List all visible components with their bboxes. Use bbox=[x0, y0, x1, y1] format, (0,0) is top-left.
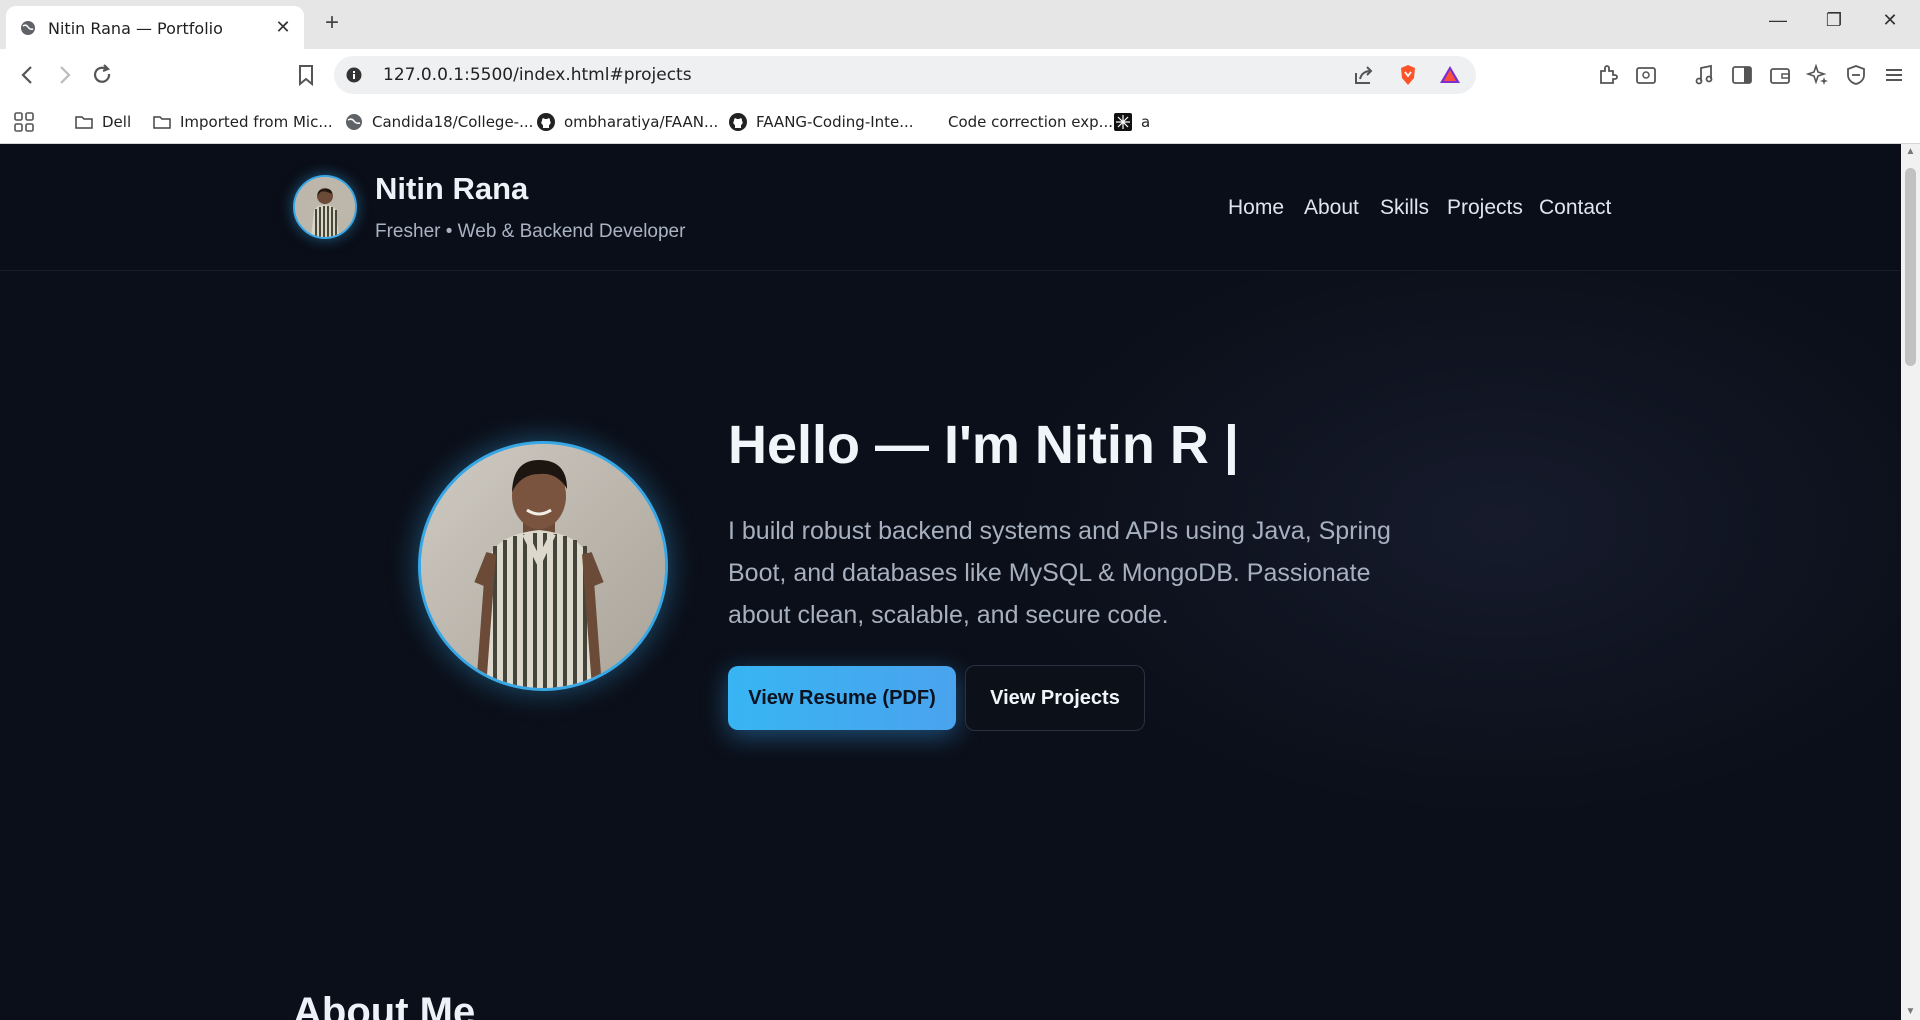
brand-name[interactable]: Nitin Rana bbox=[375, 171, 528, 207]
bookmark-item[interactable]: Imported from Mic... bbox=[152, 111, 333, 133]
leo-ai-icon[interactable] bbox=[1806, 63, 1830, 87]
site-info-icon[interactable] bbox=[346, 67, 362, 83]
bookmark-item[interactable]: Dell bbox=[74, 111, 131, 133]
github-icon bbox=[536, 112, 556, 132]
close-tab-icon[interactable]: ✕ bbox=[274, 18, 292, 36]
minimize-button[interactable]: — bbox=[1758, 10, 1798, 38]
menu-icon[interactable] bbox=[1882, 63, 1906, 87]
brave-rewards-icon[interactable] bbox=[1438, 63, 1462, 87]
bookmark-label: Code correction exp... bbox=[948, 113, 1113, 131]
brand-avatar[interactable] bbox=[293, 175, 357, 239]
hero-title: Hello — I'm Nitin R | bbox=[728, 415, 1239, 475]
wallet-icon[interactable] bbox=[1768, 63, 1792, 87]
music-icon[interactable] bbox=[1692, 63, 1716, 87]
bookmark-label: ombharatiya/FAAN... bbox=[564, 113, 719, 131]
bookmark-item[interactable]: a bbox=[1113, 111, 1150, 133]
vpn-icon[interactable] bbox=[1844, 63, 1868, 87]
browser-toolbar: 127.0.0.1:5500/index.html#projects bbox=[0, 49, 1920, 101]
folder-icon bbox=[152, 112, 172, 132]
brand-tagline: Fresher • Web & Backend Developer bbox=[375, 221, 686, 242]
scroll-down-icon[interactable]: ▼ bbox=[1905, 1007, 1916, 1017]
blank-page-icon bbox=[920, 112, 940, 132]
tab-search-icon[interactable] bbox=[1634, 63, 1658, 87]
page-scrollbar[interactable]: ▲ ▼ bbox=[1901, 144, 1920, 1020]
close-window-button[interactable]: ✕ bbox=[1870, 10, 1910, 38]
globe-icon bbox=[344, 112, 364, 132]
sidebar-icon[interactable] bbox=[1730, 63, 1754, 87]
url-text[interactable]: 127.0.0.1:5500/index.html#projects bbox=[383, 65, 692, 85]
tab-strip: Nitin Rana — Portfolio ✕ + — ❐ ✕ bbox=[0, 0, 1920, 49]
scrollbar-thumb[interactable] bbox=[1905, 168, 1916, 366]
about-section-title: About Me bbox=[293, 990, 476, 1020]
scroll-up-icon[interactable]: ▲ bbox=[1905, 147, 1916, 157]
bookmark-icon[interactable] bbox=[292, 61, 320, 89]
bookmarks-bar: Dell Imported from Mic... Candida18/Coll… bbox=[0, 101, 1920, 144]
nav-link-projects[interactable]: Projects bbox=[1447, 196, 1523, 220]
bookmark-label: FAANG-Coding-Inte... bbox=[756, 113, 914, 131]
restore-button[interactable]: ❐ bbox=[1814, 10, 1854, 38]
bookmark-label: a bbox=[1141, 113, 1151, 131]
bookmark-item[interactable]: Code correction exp... bbox=[920, 111, 1113, 133]
bookmark-label: Candida18/College-... bbox=[372, 113, 534, 131]
folder-icon bbox=[74, 112, 94, 132]
profile-photo bbox=[418, 441, 668, 691]
new-tab-button[interactable]: + bbox=[320, 11, 344, 36]
tab-title: Nitin Rana — Portfolio bbox=[48, 19, 223, 38]
nav-link-home[interactable]: Home bbox=[1228, 196, 1284, 220]
app-icon bbox=[1113, 112, 1133, 132]
browser-tab[interactable]: Nitin Rana — Portfolio ✕ bbox=[6, 6, 304, 49]
address-bar[interactable]: 127.0.0.1:5500/index.html#projects bbox=[334, 56, 1476, 94]
forward-icon[interactable] bbox=[50, 61, 78, 89]
bookmark-item[interactable]: Candida18/College-... bbox=[344, 111, 533, 133]
bookmark-label: Imported from Mic... bbox=[180, 113, 333, 131]
web-page: Nitin Rana Fresher • Web & Backend Devel… bbox=[0, 144, 1901, 1020]
nav-link-contact[interactable]: Contact bbox=[1539, 196, 1611, 220]
extensions-icon[interactable] bbox=[1596, 63, 1620, 87]
share-icon[interactable] bbox=[1352, 63, 1376, 87]
apps-grid-icon[interactable] bbox=[12, 110, 36, 134]
globe-icon bbox=[20, 20, 36, 36]
view-resume-button[interactable]: View Resume (PDF) bbox=[728, 666, 956, 730]
bookmark-label: Dell bbox=[102, 113, 132, 131]
github-icon bbox=[728, 112, 748, 132]
bookmark-item[interactable]: ombharatiya/FAAN... bbox=[536, 111, 718, 133]
back-icon[interactable] bbox=[14, 61, 42, 89]
site-header: Nitin Rana Fresher • Web & Backend Devel… bbox=[0, 144, 1901, 271]
hero-description: I build robust backend systems and APIs … bbox=[728, 517, 1391, 629]
nav-link-about[interactable]: About bbox=[1304, 196, 1359, 220]
nav-link-skills[interactable]: Skills bbox=[1380, 196, 1429, 220]
bookmark-item[interactable]: FAANG-Coding-Inte... bbox=[728, 111, 914, 133]
brave-shield-icon[interactable] bbox=[1396, 63, 1420, 87]
reload-icon[interactable] bbox=[88, 61, 116, 89]
view-projects-button[interactable]: View Projects bbox=[965, 665, 1145, 731]
